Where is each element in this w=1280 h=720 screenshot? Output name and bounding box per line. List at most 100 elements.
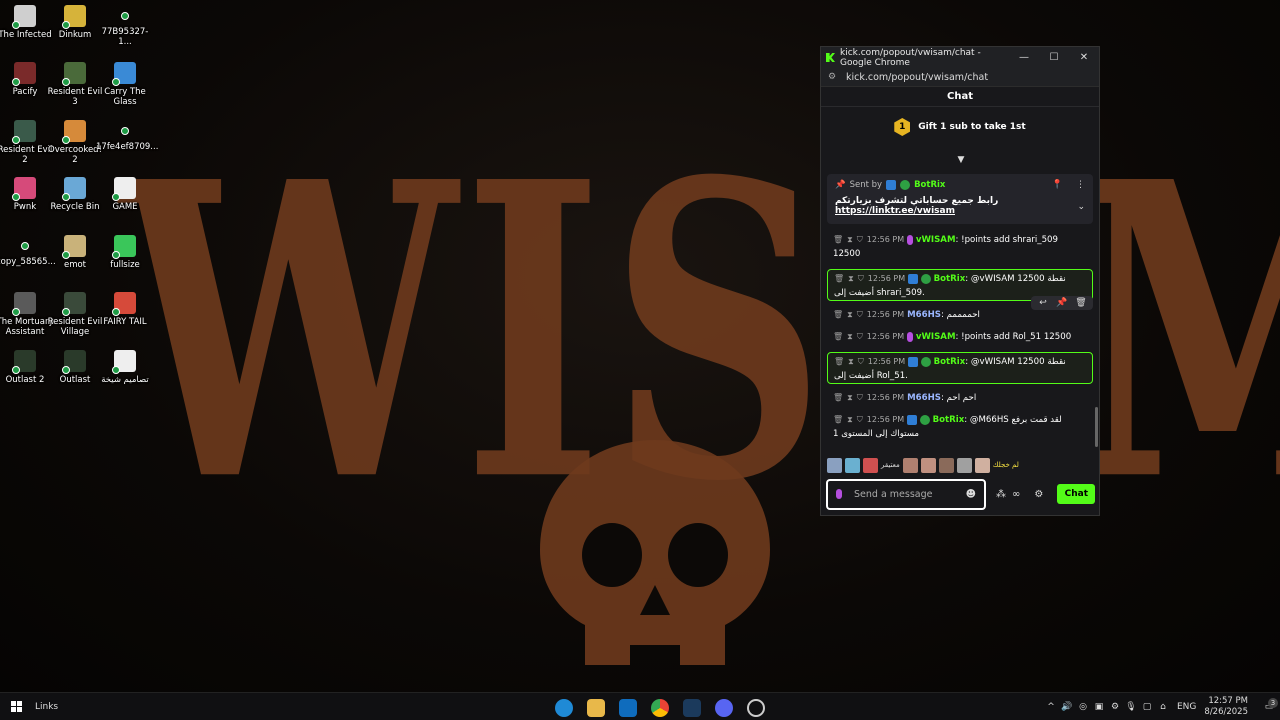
desktop-icon[interactable]: 77B95327-1... bbox=[96, 5, 154, 47]
message-username[interactable]: vWISAM bbox=[916, 235, 956, 245]
timeout-icon[interactable]: ⧗ bbox=[848, 357, 854, 366]
maximize-button[interactable]: ☐ bbox=[1039, 52, 1069, 63]
links-toolbar[interactable]: Links bbox=[35, 702, 58, 712]
emote-word[interactable]: لم خجلك bbox=[993, 461, 1019, 469]
mod-icon[interactable]: ⛉ bbox=[857, 310, 863, 319]
timeout-icon[interactable]: ⧗ bbox=[847, 235, 853, 244]
chrome-icon[interactable] bbox=[651, 699, 669, 717]
minimize-button[interactable]: — bbox=[1009, 52, 1039, 63]
pinned-author[interactable]: BotRix bbox=[914, 180, 945, 190]
emote[interactable] bbox=[827, 457, 842, 473]
close-button[interactable]: ✕ bbox=[1069, 52, 1099, 63]
delete-message-icon[interactable]: 🗑 bbox=[833, 415, 843, 424]
send-chat-button[interactable]: Chat bbox=[1057, 484, 1096, 504]
message-actions[interactable]: ↩ 📌 🗑 bbox=[1031, 296, 1093, 310]
mod-icon[interactable]: ⛉ bbox=[857, 415, 863, 424]
timeout-icon[interactable]: ⧗ bbox=[848, 274, 854, 283]
notifications-icon[interactable]: ▭ 3 bbox=[1258, 698, 1280, 712]
emote[interactable] bbox=[974, 457, 990, 473]
mod-icon[interactable]: ⛉ bbox=[858, 274, 864, 283]
points-icon[interactable]: ⁂ bbox=[996, 489, 1006, 500]
mod-icon[interactable]: ⛉ bbox=[857, 332, 863, 341]
timeout-icon[interactable]: ⧗ bbox=[847, 310, 853, 319]
chat-message[interactable]: 🗑 ⧗ ⛉ 12:56 PM vWISAM: !points add Rol_51 1… bbox=[827, 330, 1093, 346]
chat-input-box[interactable]: ☻ bbox=[826, 478, 986, 510]
emoji-icon[interactable]: ☻ bbox=[966, 489, 976, 500]
chevron-down-icon[interactable]: ⌄ bbox=[1077, 202, 1085, 212]
message-input[interactable] bbox=[854, 488, 966, 500]
edge-icon[interactable] bbox=[555, 699, 573, 717]
microphone-tray-icon[interactable]: 🎙 bbox=[1123, 702, 1139, 712]
settings-gear-icon[interactable]: ⚙ bbox=[1034, 489, 1043, 500]
pinned-link[interactable]: https://linktr.ee/vwisam bbox=[835, 206, 955, 216]
emote-word[interactable]: معتيقر bbox=[881, 461, 900, 469]
pinned-message[interactable]: 📌 Sent by BotRix رابط جميع حساباتي لتشرف… bbox=[827, 174, 1093, 224]
desktop-icon[interactable]: Carry The Glass bbox=[96, 62, 154, 107]
mod-icon[interactable]: ⛉ bbox=[858, 357, 864, 366]
start-button[interactable] bbox=[0, 701, 32, 712]
message-username[interactable]: BotRix bbox=[933, 415, 965, 425]
chrome-window[interactable]: kick.com/popout/vwisam/chat - Google Chr… bbox=[820, 46, 1100, 516]
language-indicator[interactable]: ENG bbox=[1177, 702, 1196, 712]
clock[interactable]: 12:57 PM 8/26/2025 bbox=[1204, 696, 1248, 718]
chat-message[interactable]: 🗑 ⧗ ⛉ 12:56 PM M66HS: احم احم bbox=[827, 391, 1093, 407]
tray-app-icon[interactable]: ▢ bbox=[1139, 702, 1155, 712]
file-explorer-icon[interactable] bbox=[587, 699, 605, 717]
tray-app-icon[interactable]: ▣ bbox=[1091, 702, 1107, 712]
mod-icon[interactable]: ⛉ bbox=[857, 393, 863, 402]
desktop-icon[interactable]: FAIRY TAIL bbox=[96, 292, 154, 327]
tray-app-icon[interactable]: ◎ bbox=[1075, 702, 1091, 712]
window-titlebar[interactable]: kick.com/popout/vwisam/chat - Google Chr… bbox=[821, 47, 1099, 68]
chat-message[interactable]: 🗑 ⧗ ⛉ 12:56 PM BotRix: @M66HS لقد قمت برفع … bbox=[827, 413, 1093, 441]
steam-icon[interactable] bbox=[683, 699, 701, 717]
timeout-icon[interactable]: ⧗ bbox=[847, 415, 853, 424]
tray-app-icon[interactable]: ⚙ bbox=[1107, 702, 1123, 712]
mod-icon[interactable]: ⛉ bbox=[857, 235, 863, 244]
delete-message-icon[interactable]: 🗑 bbox=[834, 274, 844, 283]
delete-message-icon[interactable]: 🗑 bbox=[834, 357, 844, 366]
timeout-icon[interactable]: ⧗ bbox=[847, 332, 853, 341]
site-info-icon[interactable]: ⚙ bbox=[828, 72, 838, 82]
volume-icon[interactable]: 🔊 bbox=[1059, 702, 1075, 712]
reply-icon[interactable]: ↩ bbox=[1035, 298, 1051, 308]
emote[interactable] bbox=[938, 457, 954, 473]
outlook-icon[interactable] bbox=[619, 699, 637, 717]
desktop-icon[interactable]: تصاميم شيخة bbox=[96, 350, 154, 385]
emote[interactable] bbox=[845, 457, 860, 473]
address-bar[interactable]: ⚙ kick.com/popout/vwisam/chat bbox=[821, 68, 1099, 87]
unpin-icon[interactable]: 📍 bbox=[1052, 180, 1063, 190]
message-username[interactable]: vWISAM bbox=[916, 332, 956, 342]
chat-message[interactable]: 🗑 ⧗ ⛉ 12:56 PM BotRix: @vWISAM 12500 نقطة أ… bbox=[827, 352, 1093, 384]
emote-strip[interactable]: معتيقر لم خجلك bbox=[827, 456, 1093, 474]
delete-message-icon[interactable]: 🗑 bbox=[833, 393, 843, 402]
chat-messages[interactable]: 🗑 ⧗ ⛉ 12:56 PM vWISAM: !points add shrari_5… bbox=[821, 233, 1099, 447]
desktop-icon[interactable]: fullsize bbox=[96, 235, 154, 270]
message-username[interactable]: BotRix bbox=[934, 274, 966, 284]
message-username[interactable]: BotRix bbox=[934, 357, 966, 367]
emote[interactable] bbox=[956, 457, 972, 473]
gift-sub-banner[interactable]: 1 Gift 1 sub to take 1st bbox=[821, 107, 1099, 147]
chat-scrollbar[interactable] bbox=[1095, 407, 1098, 447]
loader-app-icon[interactable] bbox=[747, 699, 765, 717]
message-username[interactable]: M66HS bbox=[907, 310, 941, 320]
pin-message-icon[interactable]: 📌 bbox=[1054, 298, 1070, 308]
chevron-up-icon[interactable]: ^ bbox=[1043, 702, 1059, 712]
delete-message-icon[interactable]: 🗑 bbox=[833, 235, 843, 244]
message-username[interactable]: M66HS bbox=[907, 393, 941, 403]
discord-icon[interactable] bbox=[715, 699, 733, 717]
microphone-icon[interactable] bbox=[836, 489, 842, 499]
network-icon[interactable]: ⌂ bbox=[1155, 702, 1171, 712]
emote[interactable] bbox=[863, 457, 878, 473]
delete-icon[interactable]: 🗑 bbox=[1073, 298, 1089, 308]
delete-message-icon[interactable]: 🗑 bbox=[833, 310, 843, 319]
emote[interactable] bbox=[902, 457, 918, 473]
delete-message-icon[interactable]: 🗑 bbox=[833, 332, 843, 341]
timeout-icon[interactable]: ⧗ bbox=[847, 393, 853, 402]
desktop-icon[interactable]: GAME bbox=[96, 177, 154, 212]
filter-icon[interactable]: ▼ bbox=[955, 155, 967, 165]
desktop-icon[interactable]: 17fe4ef8709... bbox=[96, 120, 158, 152]
chat-message[interactable]: 🗑 ⧗ ⛉ 12:56 PM M66HS: احممممم bbox=[827, 308, 1093, 324]
chat-message[interactable]: 🗑 ⧗ ⛉ 12:56 PM vWISAM: !points add shrari_5… bbox=[827, 233, 1093, 261]
emote[interactable] bbox=[920, 457, 936, 473]
infinity-icon[interactable]: ∞ bbox=[1012, 489, 1020, 500]
